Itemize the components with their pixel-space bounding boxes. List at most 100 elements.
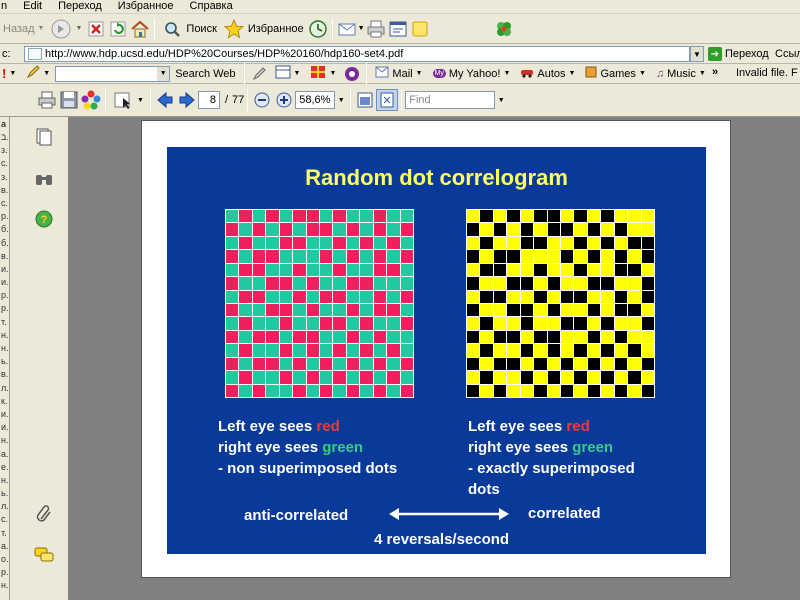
mail-icon[interactable] xyxy=(336,18,358,40)
history-icon[interactable] xyxy=(307,18,329,40)
search-button[interactable]: Поиск xyxy=(158,16,219,42)
sidebar-item[interactable]: с. xyxy=(0,157,9,170)
sidebar-item[interactable]: н. xyxy=(0,342,9,355)
sidebar-item[interactable]: н. xyxy=(0,329,9,342)
zoom-in-icon[interactable] xyxy=(273,89,295,111)
sidebar-item[interactable]: с. xyxy=(0,513,9,526)
sidebar-item[interactable]: и. xyxy=(0,276,9,289)
dot-cell xyxy=(293,371,306,384)
yahoo-button[interactable]: ! ▼ xyxy=(0,66,21,81)
pencil-tool-icon[interactable] xyxy=(248,63,270,85)
dot-cell xyxy=(306,277,319,290)
chevron-down-icon[interactable]: ▼ xyxy=(358,25,365,32)
help-icon[interactable]: ? xyxy=(34,209,54,229)
sidebar-item[interactable]: о. xyxy=(0,553,9,566)
yahoo-search-input[interactable] xyxy=(55,65,171,82)
select-tool-button[interactable]: ▼ xyxy=(109,87,147,113)
address-dropdown-button[interactable]: ▼ xyxy=(690,46,704,62)
menu-file[interactable]: n xyxy=(0,0,15,13)
go-button[interactable]: ➔ Переход xyxy=(708,46,769,62)
document-viewport[interactable]: Random dot correlogram Left eye sees red… xyxy=(68,117,800,600)
page-number-input[interactable]: 8 xyxy=(197,91,220,109)
edit-icon[interactable] xyxy=(387,18,409,40)
sidebar-item[interactable]: ב. xyxy=(0,131,9,144)
sidebar-item[interactable]: с. xyxy=(0,197,9,210)
print-icon[interactable] xyxy=(36,89,58,111)
menu-help[interactable]: Справка xyxy=(182,0,241,13)
sidebar-item[interactable]: р. xyxy=(0,566,9,579)
sidebar-item[interactable]: е. xyxy=(0,461,9,474)
comments-icon[interactable] xyxy=(34,545,54,565)
zoom-out-icon[interactable] xyxy=(251,89,273,111)
favorites-button[interactable]: Избранное xyxy=(220,16,307,42)
sidebar-item[interactable]: и. xyxy=(0,408,9,421)
menu-go[interactable]: Переход xyxy=(50,0,110,13)
links-label[interactable]: Ссыл xyxy=(775,48,800,60)
paperclip-icon[interactable] xyxy=(34,503,54,523)
sidebar-item[interactable]: р. xyxy=(0,210,9,223)
home-icon[interactable] xyxy=(129,18,151,40)
sidebar-item[interactable]: в. xyxy=(0,184,9,197)
zoom-dropdown-button[interactable]: ▼ xyxy=(335,91,347,109)
zoom-input[interactable]: 58,6% xyxy=(295,91,336,109)
sidebar-item[interactable]: к. xyxy=(0,395,9,408)
sidebar-item[interactable]: л. xyxy=(0,382,9,395)
sidebar-item[interactable]: б. xyxy=(0,237,9,250)
refresh-icon[interactable] xyxy=(107,18,129,40)
messenger-circle-icon[interactable] xyxy=(341,63,363,85)
sidebar-item[interactable]: и. xyxy=(0,421,9,434)
dot-cell xyxy=(507,290,520,303)
sidebar-item[interactable]: н. xyxy=(0,579,9,592)
adobe-flower-icon[interactable] xyxy=(80,89,102,111)
sidebar-item[interactable]: а. xyxy=(0,540,9,553)
left-caption-line1: Left eye sees red xyxy=(218,416,397,437)
note-icon[interactable] xyxy=(409,18,431,40)
games-link[interactable]: Games ▼ xyxy=(580,66,650,81)
sidebar-item[interactable]: з. xyxy=(0,144,9,157)
sidebar-item[interactable]: ь. xyxy=(0,355,9,368)
search-web-button[interactable]: Search Web xyxy=(170,68,240,80)
dot-cell xyxy=(400,384,413,397)
fit-width-icon[interactable] xyxy=(354,89,376,111)
sidebar-item[interactable]: б. xyxy=(0,223,9,236)
find-dropdown-button[interactable]: ▼ xyxy=(495,91,507,109)
back-button[interactable]: Назад ▼ xyxy=(0,16,47,42)
more-links-button[interactable]: » xyxy=(712,66,718,78)
music-link[interactable]: ♫ Music ▼ xyxy=(651,68,711,80)
save-icon[interactable] xyxy=(58,89,80,111)
pdf-page: Random dot correlogram Left eye sees red… xyxy=(141,120,731,578)
print-icon[interactable] xyxy=(365,18,387,40)
dot-cell xyxy=(320,344,333,357)
fit-page-icon[interactable] xyxy=(376,89,399,111)
messenger-icon[interactable] xyxy=(493,18,515,40)
mail-link[interactable]: Mail ▼ xyxy=(370,66,427,81)
stop-icon[interactable] xyxy=(85,18,107,40)
layout-button[interactable]: ▼ xyxy=(270,65,306,82)
previous-page-icon[interactable] xyxy=(154,89,176,111)
sidebar-item[interactable]: в. xyxy=(0,368,9,381)
sidebar-item[interactable]: т. xyxy=(0,527,9,540)
sidebar-item[interactable]: р. xyxy=(0,302,9,315)
flag-button[interactable]: ▼ xyxy=(305,65,341,82)
sidebar-item[interactable]: ь. xyxy=(0,487,9,500)
sidebar-item[interactable]: н. xyxy=(0,474,9,487)
address-input[interactable]: http://www.hdp.ucsd.edu/HDP%20Courses/HD… xyxy=(24,46,690,62)
next-page-icon[interactable] xyxy=(176,89,198,111)
sidebar-item[interactable]: т. xyxy=(0,316,9,329)
myyahoo-link[interactable]: My My Yahoo! ▼ xyxy=(428,68,516,80)
sidebar-item[interactable]: в. xyxy=(0,250,9,263)
pages-icon[interactable] xyxy=(34,127,54,147)
sidebar-item[interactable]: з. xyxy=(0,171,9,184)
sidebar-item[interactable]: а. xyxy=(0,448,9,461)
menu-favorites[interactable]: Избранное xyxy=(110,0,182,13)
forward-button[interactable]: ▼ xyxy=(47,16,85,42)
find-input[interactable]: Find xyxy=(405,91,496,109)
sidebar-item[interactable]: и. xyxy=(0,263,9,276)
highlighter-button[interactable]: ▼ xyxy=(21,65,55,82)
sidebar-item[interactable]: р. xyxy=(0,289,9,302)
binoculars-icon[interactable] xyxy=(34,169,54,189)
autos-link[interactable]: Autos ▼ xyxy=(515,66,580,81)
sidebar-item[interactable]: н. xyxy=(0,434,9,447)
menu-edit[interactable]: Edit xyxy=(15,0,50,13)
sidebar-item[interactable]: л. xyxy=(0,500,9,513)
